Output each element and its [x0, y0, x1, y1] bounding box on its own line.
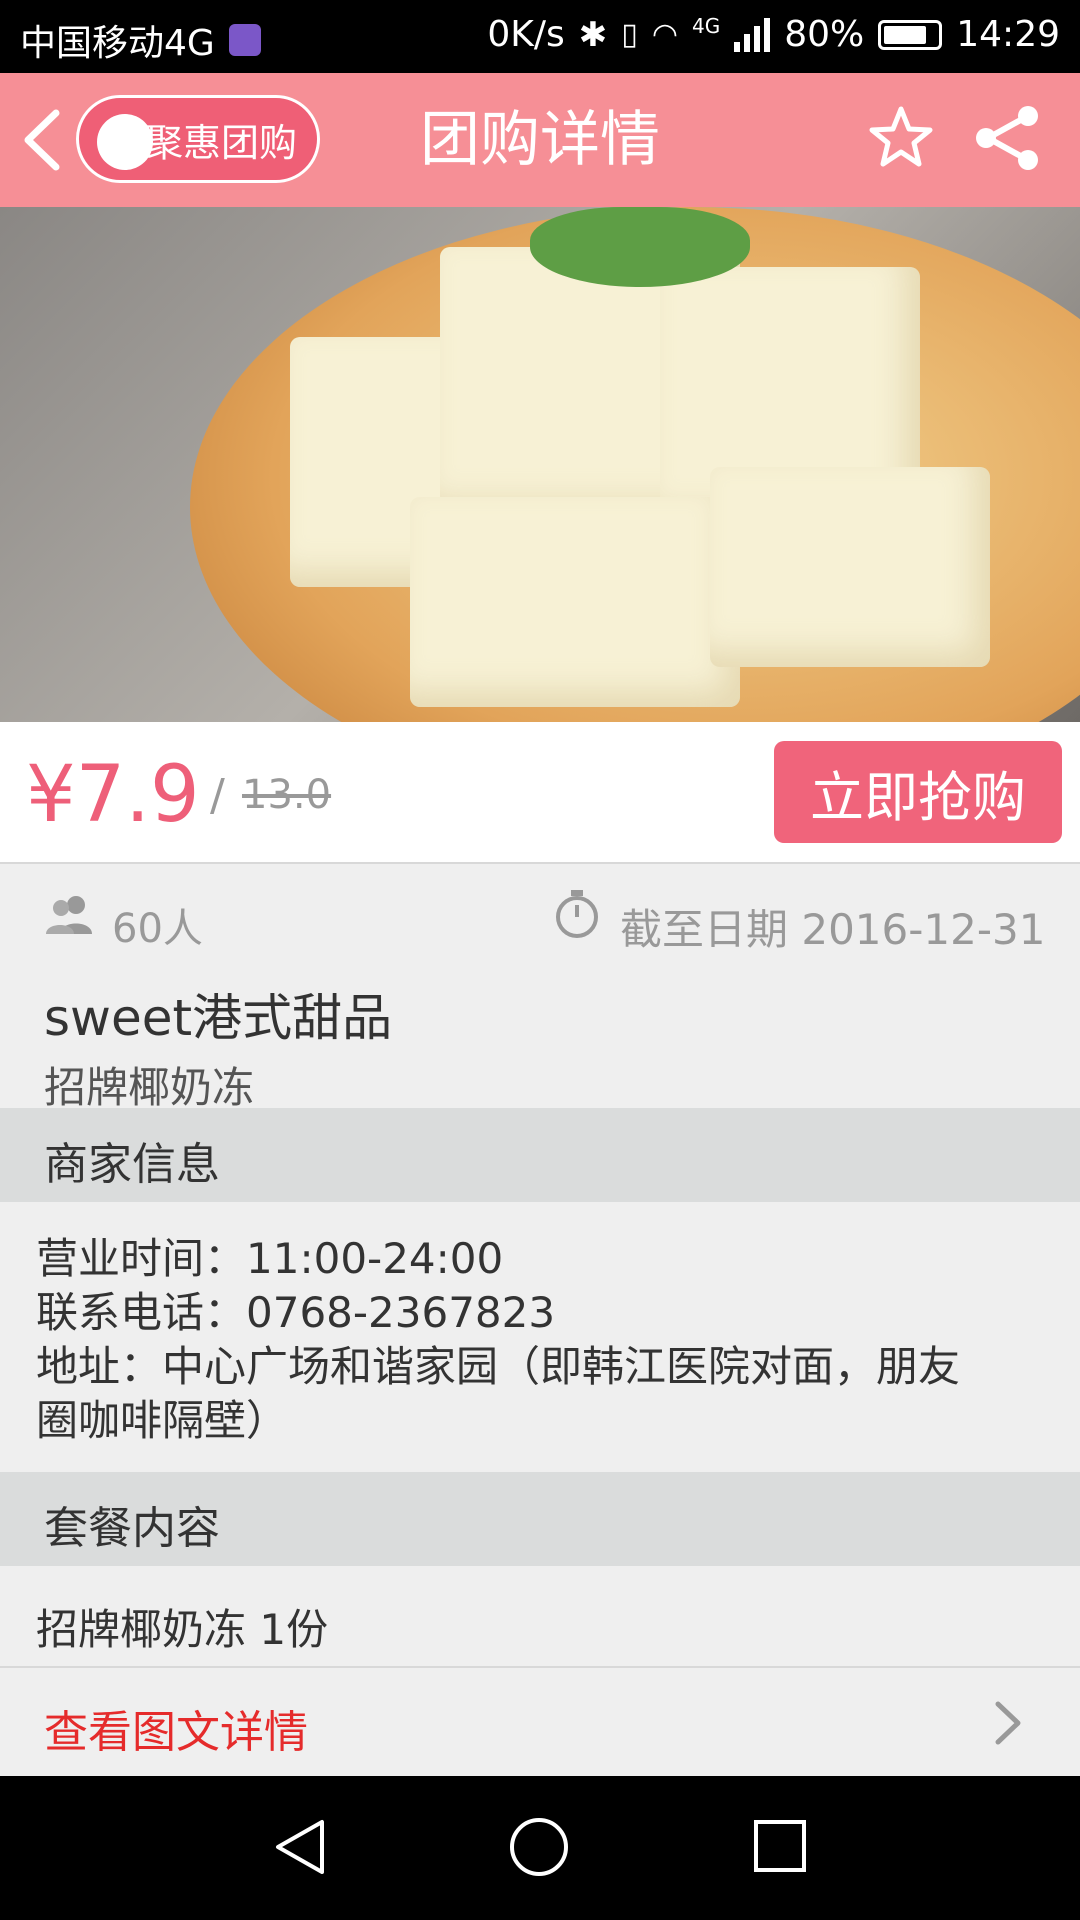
- address-line-1: 地址：中心广场和谐家园（即韩江医院对面，朋友: [36, 1342, 961, 1391]
- vibrate-icon: ▯: [621, 17, 638, 52]
- buy-now-button[interactable]: 立即抢购: [774, 741, 1062, 843]
- network-speed: 0K/s: [487, 14, 565, 55]
- chevron-right-icon: [995, 1701, 1021, 1745]
- section-title: 商家信息: [44, 1139, 220, 1190]
- business-hours: 营业时间：11:00-24:00: [36, 1234, 504, 1283]
- cake-block: [410, 497, 740, 707]
- network-type: 4G: [692, 14, 721, 38]
- package-content: 招牌椰奶冻 1份: [36, 1605, 329, 1654]
- price-separator: /: [210, 770, 225, 821]
- signal-icon: [734, 17, 771, 52]
- star-icon[interactable]: [868, 105, 934, 171]
- deal-price: ¥7.9: [26, 750, 200, 840]
- battery-icon: [878, 19, 943, 50]
- item-name: 招牌椰奶冻: [44, 1063, 255, 1112]
- section-title: 套餐内容: [44, 1503, 220, 1554]
- carrier-label: 中国移动4G: [20, 23, 215, 64]
- battery-percent: 80%: [784, 14, 865, 55]
- brand-name: 聚惠团购: [144, 120, 297, 165]
- contact-phone[interactable]: 联系电话：0768-2367823: [36, 1286, 555, 1340]
- status-bar: 中国移动4G 0K/s ✱ ▯ ◠ 4G 80% 14:29: [0, 0, 1080, 73]
- nav-back-icon[interactable]: [270, 1816, 330, 1878]
- back-arrow-icon[interactable]: [18, 105, 68, 175]
- nav-home-icon[interactable]: [508, 1816, 570, 1878]
- header-bar: 团购详情 聚惠团购: [0, 73, 1080, 207]
- gallery-notification-icon: [228, 24, 261, 56]
- bluetooth-icon: ✱: [578, 14, 608, 55]
- mint-leaf-graphic: [530, 207, 750, 287]
- product-image: [0, 207, 1080, 722]
- deal-meta: 60人 截至日期 2016-12-31: [0, 864, 1080, 974]
- stopwatch-icon: [556, 890, 598, 938]
- merchant-section-header: 商家信息: [0, 1108, 1080, 1202]
- brand-logo: 聚惠团购: [76, 95, 320, 183]
- original-price: 13.0: [242, 772, 332, 818]
- view-details-label: 查看图文详情: [44, 1707, 308, 1758]
- deadline-label: 截至日期 2016-12-31: [620, 905, 1046, 954]
- share-icon[interactable]: [972, 103, 1042, 173]
- nav-recents-icon[interactable]: [752, 1818, 808, 1874]
- wifi-icon: ◠: [651, 17, 678, 52]
- people-icon: [46, 896, 92, 934]
- brand-logo-mark-icon: [97, 114, 153, 170]
- cake-block: [710, 467, 990, 667]
- system-navigation-bar: [0, 1776, 1080, 1920]
- view-details-link[interactable]: 查看图文详情: [0, 1668, 1080, 1776]
- participant-count: 60人: [112, 906, 203, 952]
- clock: 14:29: [956, 14, 1060, 55]
- package-section-header: 套餐内容: [0, 1472, 1080, 1566]
- address-line-2: 圈咖啡隔壁）: [36, 1396, 289, 1445]
- store-name: sweet港式甜品: [44, 989, 393, 1047]
- price-bar: ¥7.9 / 13.0 立即抢购: [0, 722, 1080, 864]
